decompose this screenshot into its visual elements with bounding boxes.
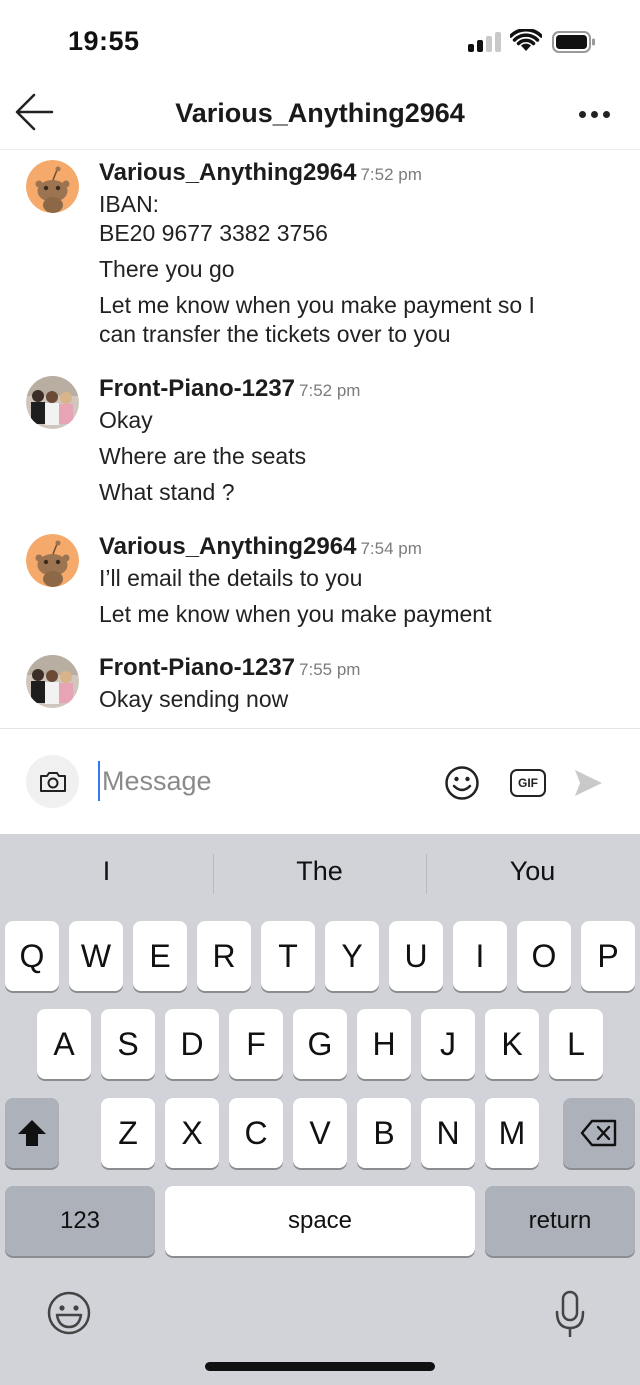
numbers-key[interactable]: 123 bbox=[5, 1186, 155, 1256]
message-text: I’ll email the details to you bbox=[99, 565, 363, 591]
message-text: Let me know when you make payment bbox=[99, 601, 492, 627]
message-text: Okay bbox=[99, 407, 153, 433]
keyboard-emoji-icon[interactable] bbox=[46, 1290, 92, 1336]
message-time: 7:55 pm bbox=[299, 660, 361, 679]
more-horizontal-icon bbox=[578, 110, 586, 118]
letter-key[interactable]: A bbox=[37, 1009, 91, 1079]
keyboard: I The You QWERTYUIOP ASDFGHJKL ZXCVBNM 1… bbox=[0, 834, 640, 1385]
photo-avatar[interactable] bbox=[26, 376, 79, 429]
message-composer: GIF bbox=[0, 728, 640, 834]
message-header: Various_Anything2964 7:52 pm bbox=[99, 158, 619, 190]
microphone-icon[interactable] bbox=[554, 1290, 586, 1340]
message-text: can transfer the tickets over to you bbox=[99, 321, 451, 347]
letter-key[interactable]: L bbox=[549, 1009, 603, 1079]
camera-icon bbox=[39, 771, 66, 792]
message-time: 7:54 pm bbox=[360, 539, 422, 558]
letter-key[interactable]: D bbox=[165, 1009, 219, 1079]
message-header: Various_Anything2964 7:54 pm bbox=[99, 532, 619, 564]
delete-key[interactable] bbox=[563, 1098, 635, 1168]
snoo-avatar[interactable] bbox=[26, 534, 79, 587]
letter-key[interactable]: O bbox=[517, 921, 571, 991]
wifi-icon bbox=[510, 29, 542, 51]
letter-key[interactable]: G bbox=[293, 1009, 347, 1079]
letter-key[interactable]: S bbox=[101, 1009, 155, 1079]
message-header: Front-Piano-1237 7:52 pm bbox=[99, 374, 619, 406]
send-icon[interactable] bbox=[572, 767, 604, 799]
message-text: Okay sending now bbox=[99, 686, 289, 712]
message-username[interactable]: Various_Anything2964 bbox=[99, 533, 356, 560]
message-input[interactable] bbox=[98, 761, 418, 801]
camera-button[interactable] bbox=[26, 755, 79, 808]
suggestion-item[interactable]: I bbox=[0, 856, 213, 887]
letter-key[interactable]: I bbox=[453, 921, 507, 991]
return-key[interactable]: return bbox=[485, 1186, 635, 1256]
letter-key[interactable]: J bbox=[421, 1009, 475, 1079]
message-list[interactable]: Various_Anything2964 7:52 pm IBAN: BE20 9… bbox=[0, 150, 640, 728]
home-indicator[interactable] bbox=[205, 1362, 435, 1371]
letter-key[interactable]: C bbox=[229, 1098, 283, 1168]
message-time: 7:52 pm bbox=[299, 381, 361, 400]
suggestion-bar: I The You bbox=[0, 834, 640, 914]
letter-key[interactable]: U bbox=[389, 921, 443, 991]
status-time: 19:55 bbox=[68, 26, 140, 56]
emoji-icon[interactable] bbox=[444, 765, 480, 801]
letter-key[interactable]: Q bbox=[5, 921, 59, 991]
letter-key[interactable]: N bbox=[421, 1098, 475, 1168]
letter-key[interactable]: V bbox=[293, 1098, 347, 1168]
message-text: IBAN: bbox=[99, 191, 160, 217]
suggestion-item[interactable]: You bbox=[426, 856, 639, 887]
letter-key[interactable]: E bbox=[133, 921, 187, 991]
chat-header: Various_Anything2964 bbox=[0, 80, 640, 150]
shift-key[interactable] bbox=[5, 1098, 59, 1168]
message-text: Where are the seats bbox=[99, 443, 307, 469]
message-username[interactable]: Front-Piano-1237 bbox=[99, 654, 295, 681]
letter-key[interactable]: H bbox=[357, 1009, 411, 1079]
message-text: BE20 9677 3382 3756 bbox=[99, 220, 328, 246]
letter-key[interactable]: F bbox=[229, 1009, 283, 1079]
photo-avatar[interactable] bbox=[26, 655, 79, 708]
snoo-avatar[interactable] bbox=[26, 160, 79, 213]
message-username[interactable]: Various_Anything2964 bbox=[99, 159, 356, 186]
backspace-icon bbox=[580, 1119, 617, 1147]
letter-key[interactable]: K bbox=[485, 1009, 539, 1079]
gif-button[interactable]: GIF bbox=[510, 769, 546, 797]
letter-key[interactable]: X bbox=[165, 1098, 219, 1168]
shift-icon bbox=[18, 1120, 46, 1146]
message-text: What stand ? bbox=[99, 479, 235, 505]
suggestion-item[interactable]: The bbox=[213, 856, 426, 887]
message-header: Front-Piano-1237 7:55 pm bbox=[99, 653, 619, 685]
more-options-button[interactable] bbox=[570, 100, 618, 128]
chat-title[interactable]: Various_Anything2964 bbox=[0, 98, 640, 129]
space-key[interactable]: space bbox=[165, 1186, 475, 1256]
message-username[interactable]: Front-Piano-1237 bbox=[99, 375, 295, 402]
letter-key[interactable]: B bbox=[357, 1098, 411, 1168]
letter-key[interactable]: M bbox=[485, 1098, 539, 1168]
message-time: 7:52 pm bbox=[360, 165, 422, 184]
letter-key[interactable]: W bbox=[69, 921, 123, 991]
letter-key[interactable]: T bbox=[261, 921, 315, 991]
letter-key[interactable]: R bbox=[197, 921, 251, 991]
status-bar: 19:55 bbox=[0, 0, 640, 80]
cellular-signal-icon bbox=[468, 32, 502, 52]
letter-key[interactable]: Y bbox=[325, 921, 379, 991]
letter-key[interactable]: Z bbox=[101, 1098, 155, 1168]
message-text: There you go bbox=[99, 256, 235, 282]
message-text: Let me know when you make payment so I bbox=[99, 292, 535, 318]
letter-key[interactable]: P bbox=[581, 921, 635, 991]
battery-icon bbox=[552, 31, 595, 53]
